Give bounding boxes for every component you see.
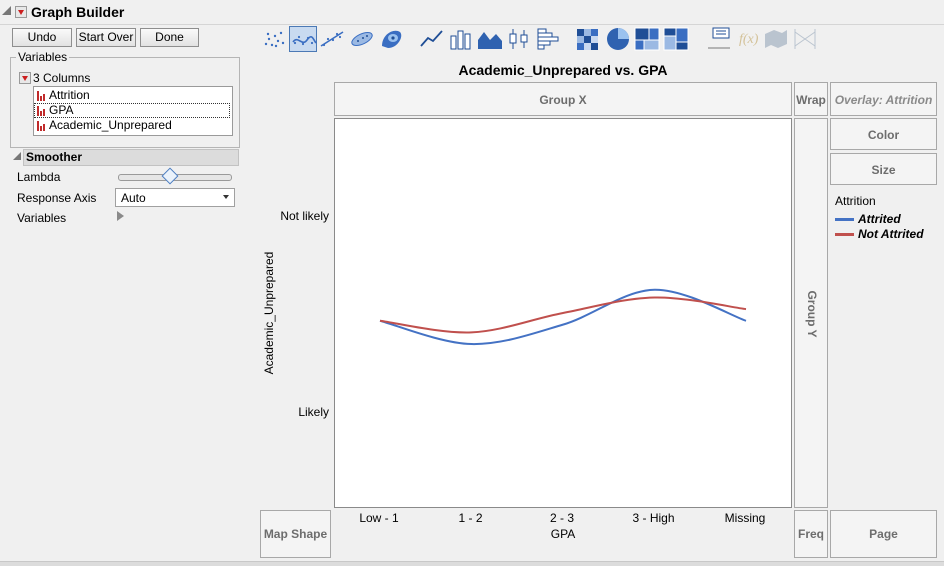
continuous-column-icon [37, 121, 46, 131]
color-label: Color [867, 128, 900, 142]
response-axis-label: Response Axis [17, 191, 97, 205]
graph-title: Academic_Unprepared vs. GPA [458, 62, 668, 78]
map-shapes-icon [762, 26, 790, 52]
freq-zone[interactable]: Freq [794, 510, 828, 558]
column-label: Academic_Unprepared [49, 118, 172, 132]
histogram-icon[interactable] [535, 26, 563, 52]
treemap-icon[interactable] [633, 26, 661, 52]
smoother-variables-label: Variables [17, 211, 67, 225]
smoother-icon[interactable] [289, 26, 317, 52]
app-title: Graph Builder [31, 4, 125, 20]
variables-panel-label: Variables [16, 50, 70, 64]
continuous-column-icon [37, 106, 46, 116]
column-label: GPA [49, 103, 74, 117]
ellipse-icon[interactable] [348, 26, 376, 52]
smoother-collapse-icon[interactable] [13, 152, 21, 160]
columns-group-label[interactable]: 3 Columns [33, 71, 90, 85]
response-axis-value: Auto [121, 191, 146, 205]
x-tick-label: 3 - High [632, 511, 675, 525]
color-zone[interactable]: Color [830, 118, 937, 150]
column-item-gpa[interactable]: GPA [34, 103, 230, 118]
box-plot-icon[interactable] [505, 26, 533, 52]
red-triangle-menu-icon[interactable] [15, 6, 27, 18]
heatmap-icon[interactable] [574, 26, 602, 52]
line-of-fit-icon[interactable] [318, 26, 346, 52]
x-tick-label: 1 - 2 [458, 511, 483, 525]
x-tick-label: 2 - 3 [549, 511, 575, 525]
group-x-zone[interactable]: Group X [334, 82, 792, 116]
page-label: Page [869, 527, 898, 541]
overlay-label: Overlay: Attrition [834, 93, 933, 107]
lambda-label: Lambda [17, 170, 61, 184]
status-strip [0, 561, 944, 566]
map-shape-label: Map Shape [263, 527, 328, 541]
group-x-label: Group X [539, 93, 587, 107]
chevron-down-icon [223, 195, 229, 199]
area-icon[interactable] [476, 26, 504, 52]
formula-icon: f(x) [733, 26, 761, 52]
plot-area[interactable] [334, 118, 792, 508]
smoother-chart [379, 288, 747, 346]
map-shape-zone[interactable]: Map Shape [260, 510, 331, 558]
svg-text:f(x): f(x) [739, 32, 759, 47]
column-list: Attrition GPA Academic_Unprepared [33, 86, 233, 136]
smoother-title: Smoother [26, 150, 83, 164]
series-line-not-attrited[interactable] [379, 296, 747, 334]
y-tick-label: Not likely [280, 209, 329, 223]
contour-icon[interactable] [378, 26, 406, 52]
mosaic-icon[interactable] [662, 26, 690, 52]
y-axis-label: Academic_Unprepared [262, 251, 276, 375]
collapse-triangle-icon[interactable] [2, 6, 11, 15]
smoother-header[interactable]: Smoother [23, 149, 239, 166]
lambda-slider-thumb[interactable] [161, 167, 179, 185]
group-y-zone[interactable]: Group Y [794, 118, 828, 508]
response-axis-select[interactable]: Auto [115, 188, 235, 207]
line-icon[interactable] [418, 26, 446, 52]
points-icon[interactable] [260, 26, 288, 52]
x-tick-label: Low - 1 [359, 511, 399, 525]
legend-swatch [835, 218, 854, 221]
expand-triangle-icon[interactable] [117, 211, 124, 221]
series-line-attrited[interactable] [379, 288, 747, 346]
pie-icon[interactable] [604, 26, 632, 52]
column-item-attrition[interactable]: Attrition [34, 88, 230, 103]
parallel-icon [791, 26, 819, 52]
continuous-column-icon [37, 91, 46, 101]
column-item-academic-unprepared[interactable]: Academic_Unprepared [34, 118, 230, 133]
size-zone[interactable]: Size [830, 153, 937, 185]
start-over-button[interactable]: Start Over [76, 28, 136, 47]
columns-menu-icon[interactable] [19, 72, 31, 84]
title-bar [0, 0, 944, 25]
undo-button[interactable]: Undo [12, 28, 72, 47]
column-label: Attrition [49, 88, 90, 102]
done-button[interactable]: Done [140, 28, 199, 47]
y-tick-label: Likely [298, 405, 329, 419]
group-y-label: Group Y [805, 290, 819, 338]
legend-swatch [835, 233, 854, 236]
legend-label: Attrited [858, 212, 901, 226]
legend-label: Not Attrited [858, 227, 924, 241]
x-axis-ticks: Low - 1 1 - 2 2 - 3 3 - High Missing [334, 511, 792, 527]
freq-label: Freq [797, 527, 824, 541]
caption-box-icon[interactable] [705, 26, 733, 52]
bar-icon[interactable] [447, 26, 475, 52]
overlay-zone[interactable]: Overlay: Attrition [830, 82, 937, 116]
size-label: Size [871, 163, 896, 177]
page-zone[interactable]: Page [830, 510, 937, 558]
wrap-zone[interactable]: Wrap [794, 82, 828, 116]
x-tick-label: Missing [724, 511, 766, 525]
legend-title: Attrition [835, 194, 876, 208]
wrap-label: Wrap [796, 93, 826, 107]
x-axis-label: GPA [550, 527, 576, 541]
